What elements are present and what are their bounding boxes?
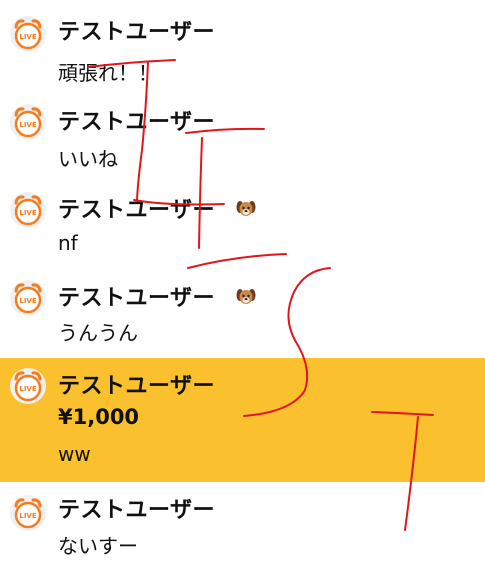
live-clock-icon: LIVE (10, 16, 46, 52)
username: テストユーザー (58, 498, 216, 523)
superchat-message[interactable]: LIVE テストユーザー ¥1,000 ww (0, 358, 485, 482)
avatar[interactable]: LIVE (9, 191, 47, 229)
chat-message[interactable]: LIVE テストユーザー いいね (0, 88, 485, 176)
live-clock-icon: LIVE (10, 192, 46, 228)
chat-message[interactable]: LIVE テストユーザー 頑張れ！！ (0, 0, 485, 88)
avatar[interactable]: LIVE (9, 103, 47, 141)
username: テストユーザー (58, 110, 216, 135)
chat-panel: LIVE テストユーザー 頑張れ！！ LIVE テストユーザー いいね LIVE… (0, 0, 485, 569)
live-clock-icon: LIVE (10, 368, 46, 404)
avatar[interactable]: LIVE (9, 494, 47, 532)
chat-message[interactable]: LIVE テストユーザー ないすー (0, 482, 485, 569)
avatar[interactable]: LIVE (9, 279, 47, 317)
message-text: いいね (58, 147, 118, 171)
username: テストユーザー (58, 286, 216, 311)
username: テストユーザー (58, 374, 216, 399)
dog-badge-icon (236, 289, 256, 304)
live-clock-icon: LIVE (10, 495, 46, 531)
chat-message[interactable]: LIVE テストユーザー うんうん (0, 264, 485, 358)
message-text: うんうん (58, 321, 138, 345)
avatar[interactable]: LIVE (9, 367, 47, 405)
chat-message[interactable]: LIVE テストユーザー nf (0, 176, 485, 264)
svg-text:LIVE: LIVE (19, 33, 36, 41)
svg-text:LIVE: LIVE (19, 209, 36, 217)
svg-text:LIVE: LIVE (19, 512, 36, 520)
message-text: ないすー (58, 534, 138, 558)
live-clock-icon: LIVE (10, 280, 46, 316)
username: テストユーザー (58, 20, 216, 45)
superchat-amount: ¥1,000 (58, 405, 140, 429)
avatar[interactable]: LIVE (9, 15, 47, 53)
message-text: ww (58, 442, 91, 466)
message-text: nf (58, 231, 78, 255)
live-clock-icon: LIVE (10, 104, 46, 140)
dog-badge-icon (236, 201, 256, 216)
svg-text:LIVE: LIVE (19, 297, 36, 305)
message-text: 頑張れ！！ (58, 61, 158, 85)
svg-text:LIVE: LIVE (19, 121, 36, 129)
svg-text:LIVE: LIVE (19, 385, 36, 393)
username: テストユーザー (58, 198, 216, 223)
